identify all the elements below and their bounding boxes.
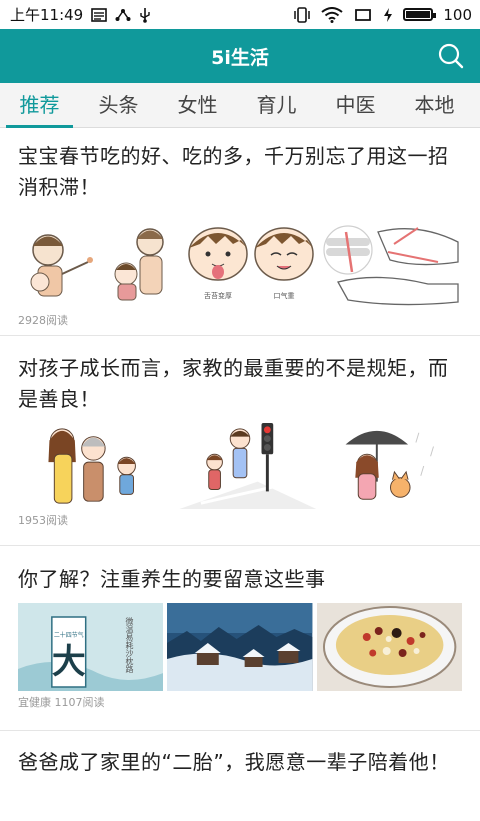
- vibrate-icon: [294, 6, 311, 23]
- signal-box-icon: [355, 8, 372, 21]
- article-image: 舌苔变厚 口气重: [18, 222, 462, 308]
- article-meta: 2928阅读: [18, 314, 68, 327]
- article-title[interactable]: 宝宝春节吃的好、吃的多，千万别忘了用这一招消积滞！: [18, 128, 462, 207]
- article-feed: 宝宝春节吃的好、吃的多，千万别忘了用这一招消积滞！ 舌苔变厚 口气重 2928阅…: [0, 128, 480, 821]
- search-icon[interactable]: [438, 43, 464, 69]
- battery-percent: 100: [443, 5, 472, 24]
- tab-recommend[interactable]: 推荐: [0, 83, 79, 128]
- article-title[interactable]: 对孩子成长而言，家教的最重要的不是规矩，而是善良！: [18, 336, 462, 419]
- status-bar: 上午11:49 100: [0, 0, 480, 29]
- tab-women[interactable]: 女性: [158, 83, 237, 127]
- thumbnail-text-vertical: 微温易耗沙枕路: [125, 616, 134, 673]
- article-title[interactable]: 你了解？注重养生的要留意这些事: [18, 546, 462, 599]
- article-image: [23, 423, 457, 509]
- category-tabs: 推荐 头条 女性 育儿 中医 本地: [0, 83, 480, 128]
- article-card[interactable]: 爸爸成了家里的“二胎”，我愿意一辈子陪着他！: [0, 731, 480, 821]
- share-network-icon: [115, 8, 131, 21]
- article-card[interactable]: 宝宝春节吃的好、吃的多，千万别忘了用这一招消积滞！ 舌苔变厚 口气重 2928阅…: [0, 128, 480, 336]
- article-card[interactable]: 你了解？注重养生的要留意这些事 二十四节气 大 微温易耗沙枕路 宜健康 1107…: [0, 546, 480, 731]
- article-meta: 宜健康 1107阅读: [18, 696, 105, 709]
- article-thumbnail: 二十四节气 大 微温易耗沙枕路: [18, 603, 164, 691]
- tab-parenting[interactable]: 育儿: [237, 83, 316, 127]
- article-meta: 1953阅读: [18, 514, 68, 527]
- app-bar: 5i生活: [0, 29, 480, 83]
- wifi-icon: [321, 6, 343, 23]
- tab-headlines[interactable]: 头条: [79, 83, 158, 127]
- article-thumbnail: [167, 603, 313, 691]
- article-thumbnail: [316, 603, 462, 691]
- status-time: 上午11:49: [10, 6, 84, 24]
- tab-chinese-medicine[interactable]: 中医: [316, 83, 395, 127]
- tab-local[interactable]: 本地: [395, 83, 474, 127]
- notification-icon: [91, 7, 108, 22]
- article-thumbnails: 二十四节气 大 微温易耗沙枕路: [18, 603, 462, 691]
- battery-icon: [403, 8, 437, 21]
- thumbnail-text-big-char: 大: [52, 642, 86, 681]
- image-label-breath: 口气重: [274, 291, 295, 300]
- thumbnail-text-calendar: 二十四节气: [54, 631, 84, 639]
- app-title: 5i生活: [211, 46, 269, 69]
- article-title[interactable]: 爸爸成了家里的“二胎”，我愿意一辈子陪着他！: [18, 731, 462, 778]
- charging-icon: [384, 7, 393, 22]
- image-label-tongue: 舌苔变厚: [204, 291, 232, 300]
- usb-icon: [140, 7, 150, 23]
- article-card[interactable]: 对孩子成长而言，家教的最重要的不是规矩，而是善良！ 1953阅读: [0, 336, 480, 546]
